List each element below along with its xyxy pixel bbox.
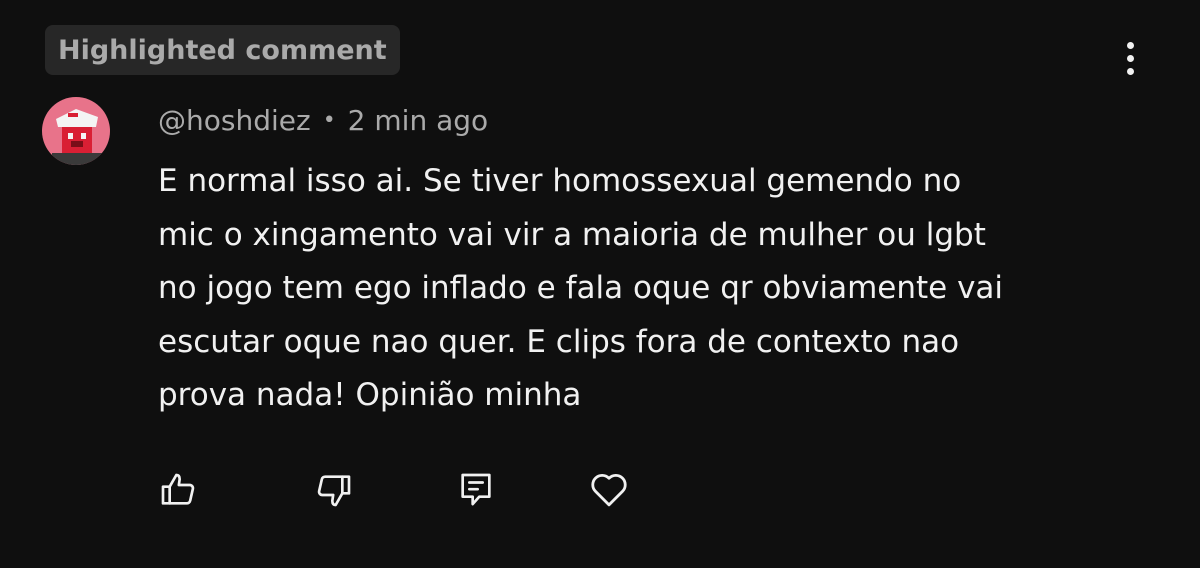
dislike-button[interactable] <box>312 468 356 512</box>
more-options-button[interactable] <box>1108 36 1152 80</box>
heart-button[interactable] <box>587 468 631 512</box>
comment-text: E normal isso ai. Se tiver homossexual g… <box>158 163 1004 413</box>
like-icon <box>161 473 195 505</box>
comment-meta: @hoshdiez • 2 min ago <box>158 100 488 140</box>
highlighted-comment-label: Highlighted comment <box>58 34 387 66</box>
author-handle[interactable]: @hoshdiez <box>158 104 311 137</box>
more-vertical-icon <box>1126 41 1134 49</box>
meta-separator: • <box>322 107 336 133</box>
like-button[interactable] <box>156 468 200 512</box>
reply-button[interactable] <box>454 468 498 512</box>
dislike-icon <box>317 475 351 507</box>
avatar-image <box>42 97 110 165</box>
comment-timestamp[interactable]: 2 min ago <box>348 104 488 137</box>
heart-icon <box>591 473 627 507</box>
highlighted-comment-chip: Highlighted comment <box>45 25 400 75</box>
avatar[interactable] <box>42 97 110 165</box>
more-vertical-icon-dot <box>1126 67 1134 75</box>
more-vertical-icon-dot <box>1126 54 1134 62</box>
reply-icon <box>461 473 491 506</box>
